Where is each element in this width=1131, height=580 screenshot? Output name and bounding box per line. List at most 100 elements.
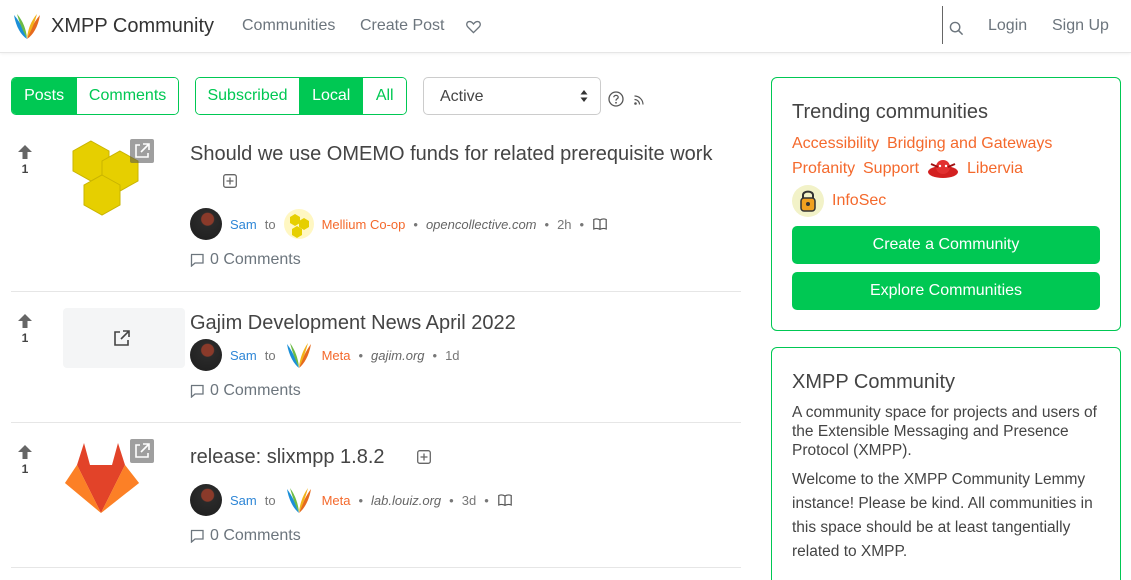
xmpp-logo-icon [14, 14, 40, 39]
separator-dot: • [579, 216, 585, 232]
book-icon[interactable] [497, 494, 512, 506]
post-meta: Sam to Meta • gajim.org • 1d [190, 339, 460, 371]
navbar: XMPP Community Communities Create Post L… [0, 0, 1131, 53]
external-link-icon [135, 443, 150, 458]
trending-accessibility-link[interactable]: Accessibility [792, 135, 879, 153]
heart-icon[interactable] [466, 20, 481, 34]
avatar[interactable] [190, 484, 222, 516]
sort-select-value: Active [440, 88, 484, 105]
external-link-overlay [130, 439, 154, 463]
site-info-title: XMPP Community [792, 371, 956, 393]
listing-type-toggle: Subscribed Local All [195, 77, 407, 115]
separator-dot: • [484, 492, 489, 508]
user-link[interactable]: Sam [230, 348, 257, 363]
nav-divider [942, 6, 943, 44]
comments-count: 0 Comments [210, 251, 301, 268]
post-divider [11, 291, 741, 292]
site-title: XMPP Community [51, 14, 215, 37]
create-community-button[interactable]: Create a Community [792, 226, 1100, 264]
user-link[interactable]: Sam [230, 217, 257, 232]
to-label: to [264, 347, 276, 363]
external-link-icon [114, 330, 130, 346]
post-age: 3d [461, 492, 477, 508]
trending-infosec-link[interactable]: InfoSec [832, 192, 886, 210]
user-link[interactable]: Sam [230, 493, 257, 508]
posts-tab[interactable]: Posts [12, 78, 78, 114]
libervia-icon[interactable] [926, 157, 960, 183]
post-domain[interactable]: opencollective.com [426, 217, 537, 232]
infosec-lock-icon[interactable] [792, 185, 824, 217]
to-label: to [264, 216, 276, 232]
trending-communities-card: Trending communities Accessibility Bridg… [771, 77, 1121, 331]
comments-link[interactable]: 0 Comments [190, 251, 301, 269]
upvote-icon[interactable] [16, 144, 34, 160]
rss-icon[interactable] [634, 95, 644, 105]
community-link[interactable]: Mellium Co-op [322, 217, 406, 232]
comments-tab[interactable]: Comments [77, 78, 178, 114]
vote-column: 1 [16, 313, 34, 345]
site-info-card: XMPP Community A community space for pro… [771, 347, 1121, 580]
avatar[interactable] [190, 208, 222, 240]
book-icon[interactable] [593, 218, 607, 230]
xmpp-community-icon[interactable] [284, 340, 314, 370]
nav-communities-link[interactable]: Communities [242, 17, 335, 35]
expand-icon[interactable] [223, 174, 237, 188]
search-icon[interactable] [949, 21, 964, 36]
expand-icon[interactable] [417, 450, 431, 464]
subscribed-tab[interactable]: Subscribed [196, 78, 301, 114]
comments-count: 0 Comments [210, 382, 301, 399]
post-title[interactable]: release: slixmpp 1.8.2 [190, 446, 385, 469]
mellium-community-icon[interactable] [283, 209, 314, 239]
community-link[interactable]: Meta [322, 348, 351, 363]
post-meta: Sam to Mellium Co-op • opencollective.co… [190, 208, 607, 240]
score: 1 [21, 462, 29, 476]
view-type-toggle: Posts Comments [11, 77, 179, 115]
community-link[interactable]: Meta [322, 493, 351, 508]
all-tab[interactable]: All [363, 78, 406, 114]
post-age: 1d [445, 347, 460, 363]
separator-dot: • [432, 347, 438, 363]
post-title[interactable]: Should we use OMEMO funds for related pr… [190, 143, 712, 166]
explore-communities-button[interactable]: Explore Communities [792, 272, 1100, 310]
upvote-icon[interactable] [16, 313, 34, 329]
vote-column: 1 [16, 144, 34, 176]
login-link[interactable]: Login [988, 17, 1027, 35]
xmpp-community-icon[interactable] [284, 485, 314, 515]
post-link-thumbnail[interactable] [63, 308, 185, 368]
trending-profanity-link[interactable]: Profanity [792, 160, 855, 178]
post-domain[interactable]: gajim.org [371, 348, 424, 363]
help-icon[interactable] [608, 91, 624, 107]
select-arrows-icon [580, 90, 588, 102]
separator-dot: • [358, 492, 364, 508]
trending-bridging-link[interactable]: Bridging and Gateways [887, 135, 1052, 153]
comment-icon [190, 253, 204, 267]
upvote-icon[interactable] [16, 444, 34, 460]
site-welcome-text: Welcome to the XMPP Community Lemmy inst… [792, 471, 1093, 560]
post-meta: Sam to Meta • lab.louiz.org • 3d • [190, 484, 512, 516]
vote-column: 1 [16, 444, 34, 476]
post-divider [11, 422, 741, 423]
post-domain[interactable]: lab.louiz.org [371, 493, 441, 508]
separator-dot: • [544, 216, 550, 232]
separator-dot: • [413, 216, 418, 232]
post-title[interactable]: Gajim Development News April 2022 [190, 312, 516, 335]
comments-link[interactable]: 0 Comments [190, 527, 301, 545]
brand[interactable]: XMPP Community [12, 11, 214, 41]
nav-create-post-link[interactable]: Create Post [360, 17, 444, 35]
post-thumbnail[interactable] [63, 139, 155, 219]
post-age: 2h [557, 216, 572, 232]
trending-support-link[interactable]: Support [863, 160, 919, 178]
score: 1 [21, 162, 29, 176]
external-link-overlay [130, 139, 154, 163]
comments-link[interactable]: 0 Comments [190, 382, 301, 400]
site-description: A community space for projects and users… [792, 404, 1097, 459]
signup-link[interactable]: Sign Up [1052, 17, 1109, 35]
to-label: to [264, 492, 276, 508]
sort-select[interactable]: Active [423, 77, 601, 115]
separator-dot: • [358, 347, 364, 363]
local-tab[interactable]: Local [300, 78, 364, 114]
post-thumbnail[interactable] [63, 439, 155, 515]
avatar[interactable] [190, 339, 222, 371]
comment-icon [190, 529, 204, 543]
trending-libervia-link[interactable]: Libervia [967, 160, 1023, 178]
